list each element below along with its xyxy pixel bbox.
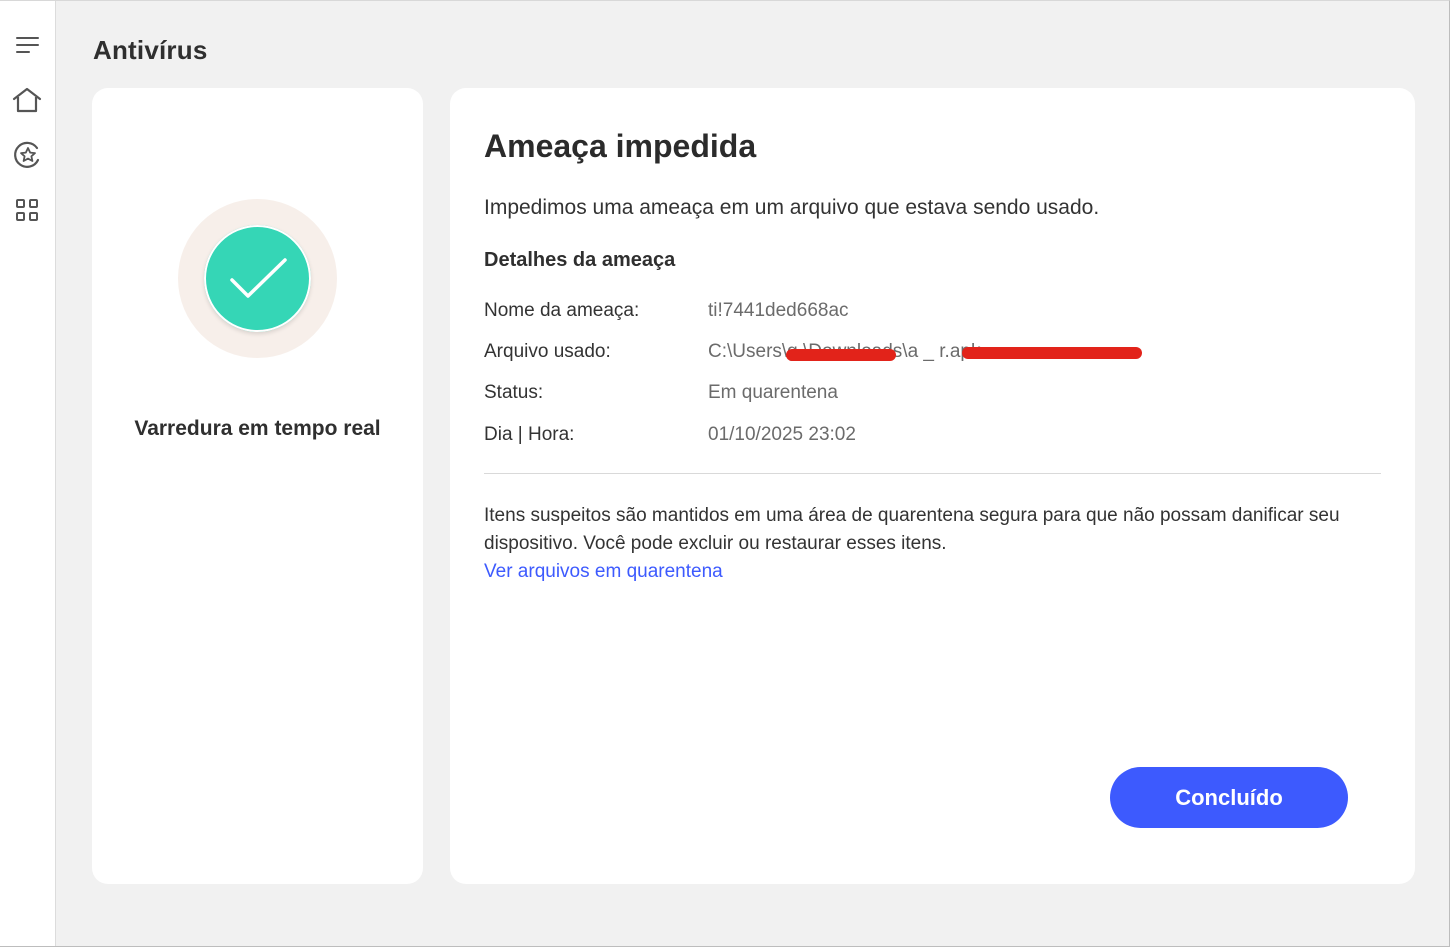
- threat-details-card: Ameaça impedida Impedimos uma ameaça em …: [450, 88, 1415, 884]
- redaction-mark: [786, 349, 896, 361]
- menu-icon[interactable]: [10, 28, 44, 62]
- sidebar: [0, 1, 56, 946]
- redaction-mark: [962, 347, 1142, 359]
- page-title: Antivírus: [93, 35, 208, 65]
- divider: [484, 473, 1381, 474]
- threat-description: Impedimos uma ameaça em um arquivo que e…: [484, 196, 1100, 219]
- home-icon[interactable]: [10, 83, 44, 117]
- detail-value: ti!7441ded668ac: [708, 300, 849, 321]
- detail-label: Dia | Hora:: [484, 424, 575, 445]
- quarantine-info-text: Itens suspeitos são mantidos em uma área…: [484, 505, 1340, 554]
- details-heading: Detalhes da ameaça: [484, 249, 676, 271]
- threat-title: Ameaça impedida: [484, 128, 757, 164]
- detail-value: Em quarentena: [708, 382, 838, 403]
- detail-label: Arquivo usado:: [484, 341, 611, 362]
- scan-status-card: Varredura em tempo real: [92, 88, 423, 884]
- status-halo: [178, 199, 337, 358]
- view-quarantine-link[interactable]: Ver arquivos em quarentena: [484, 561, 723, 583]
- app-window: Antivírus Varredura em tempo real Ameaça…: [0, 0, 1450, 947]
- protection-icon[interactable]: [10, 138, 44, 172]
- detail-label: Nome da ameaça:: [484, 300, 640, 321]
- apps-grid-icon[interactable]: [10, 193, 44, 227]
- scan-type-label: Varredura em tempo real: [134, 417, 381, 440]
- detail-value: 01/10/2025 23:02: [708, 424, 856, 445]
- done-button[interactable]: Concluído: [1110, 767, 1348, 828]
- checkmark-icon: [204, 225, 311, 332]
- detail-label: Status:: [484, 382, 544, 403]
